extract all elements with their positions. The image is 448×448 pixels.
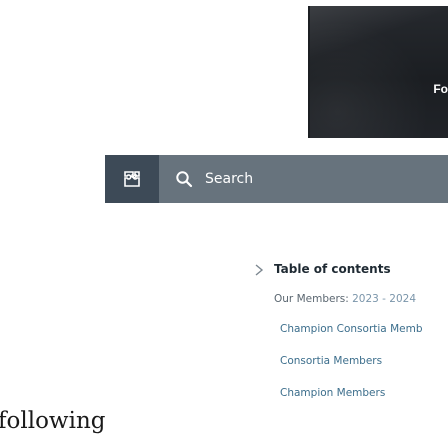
toc-item-champion-consortia[interactable]: Champion Consortia Memb — [280, 323, 423, 335]
hero-image: Fo — [310, 6, 448, 138]
menu-toggle-button[interactable] — [105, 155, 159, 203]
puzzle-icon — [124, 171, 140, 187]
chevron-right-icon[interactable] — [253, 264, 265, 276]
hero-tag-text: Fo — [433, 82, 448, 96]
toc-item-years: 2023 - 2024 — [352, 293, 417, 305]
search-input[interactable] — [203, 170, 407, 188]
toc-item-consortia-members[interactable]: Consortia Members — [280, 355, 382, 367]
toc-item-our-members[interactable]: Our Members: 2023 - 2024 — [274, 293, 416, 305]
toc-item-label: Our Members: — [274, 293, 353, 305]
search-icon[interactable] — [175, 170, 193, 188]
search-field[interactable] — [159, 155, 448, 203]
body-heading-fragment: following — [0, 408, 106, 434]
toc-item-champion-members[interactable]: Champion Members — [280, 387, 385, 399]
toc-title[interactable]: Table of contents — [274, 262, 391, 276]
hero-banner: Fo — [0, 0, 448, 155]
